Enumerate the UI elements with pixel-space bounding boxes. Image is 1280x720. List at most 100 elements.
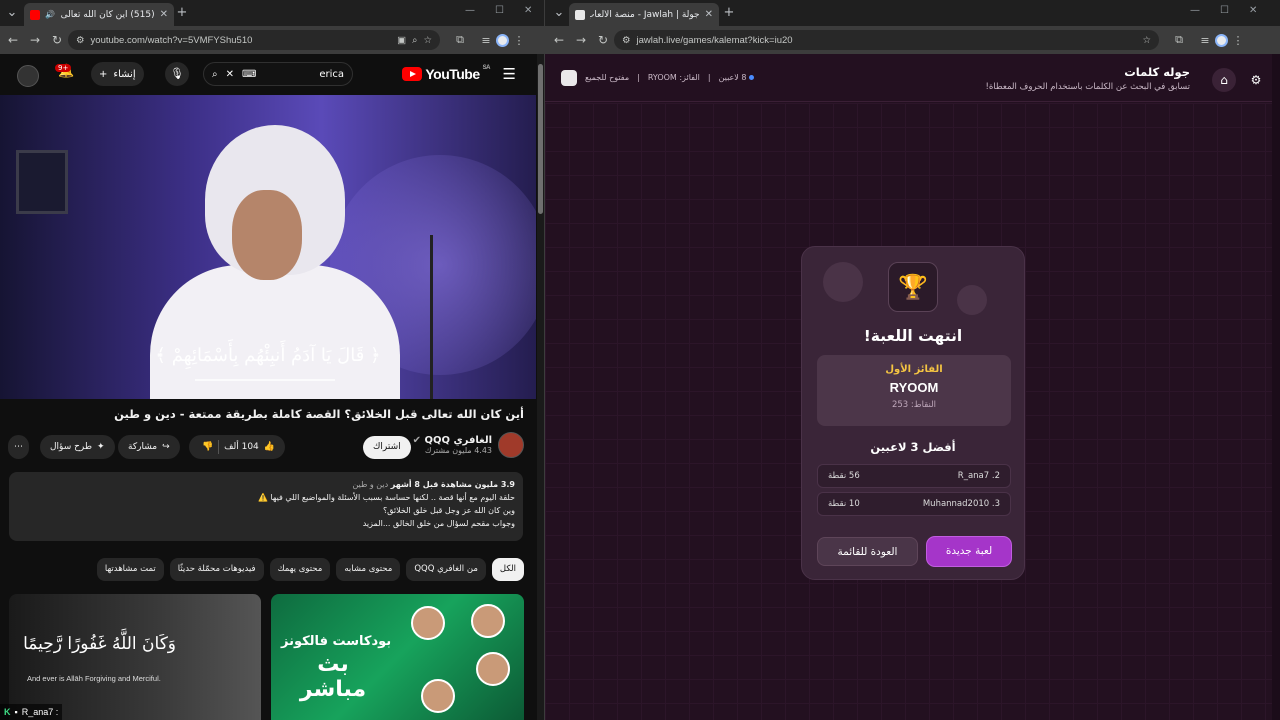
chat-username: R_ana7 :: [21, 707, 59, 717]
new-tab-button[interactable]: +: [721, 5, 737, 20]
create-label: إنشاء: [113, 68, 136, 80]
player-name: 3. Muhannad2010: [922, 499, 1000, 509]
minimize-icon[interactable]: —: [1190, 5, 1200, 16]
video-description[interactable]: 3.9 مليون مشاهدة قبل 8 أشهر دين و طين حل…: [9, 472, 523, 541]
like-count: 104 ألف: [224, 442, 259, 452]
dislike-icon[interactable]: 👎: [202, 442, 213, 452]
page-scrollbar[interactable]: [537, 54, 544, 720]
address-bar[interactable]: ⚙ jawlah.live/games/kalemat?kick=iu20 ☆: [614, 30, 1159, 50]
tab-search-icon[interactable]: ⌄: [4, 5, 20, 20]
share-label: مشاركة: [128, 442, 158, 452]
close-window-icon[interactable]: ✕: [524, 5, 532, 16]
account-avatar[interactable]: [17, 65, 39, 87]
description-more[interactable]: وجواب مقحم لسؤال من خلق الخالق ...المزيد: [17, 517, 515, 530]
menu-icon[interactable]: ⋮: [1228, 34, 1248, 47]
back-icon[interactable]: ←: [548, 33, 570, 47]
chip-similar[interactable]: محتوى مشابه: [336, 558, 401, 581]
jawlah-browser-window: ⌄ جولة | Jawlah - منصة الألعاب الت... ✕ …: [545, 0, 1280, 720]
site-info-icon[interactable]: ⚙: [76, 35, 85, 46]
first-place-label: الفائز الأول: [885, 364, 943, 375]
channel-name[interactable]: الغافري QQQ ✔: [413, 435, 492, 446]
share-button[interactable]: ↪ مشاركة: [118, 435, 180, 459]
players-count: 8 لاعبين: [719, 73, 755, 82]
create-button[interactable]: + إنشاء: [91, 62, 144, 86]
tab-search-icon[interactable]: ⌄: [551, 5, 567, 20]
voice-search-icon[interactable]: 🎙: [165, 62, 189, 86]
thumbnail-arabic-text: وَكَانَ اللَّهُ غَفُورًا رَّحِيمًا: [23, 634, 176, 654]
search-icon[interactable]: ⌕: [212, 69, 218, 80]
reload-icon[interactable]: ↻: [592, 33, 614, 47]
recommended-video-thumbnail[interactable]: وَكَانَ اللَّهُ غَفُورًا رَّحِيمًا And e…: [9, 594, 261, 720]
chip-for-you[interactable]: محتوى يهمك: [269, 558, 331, 581]
extensions-icon[interactable]: ⧉: [450, 33, 470, 47]
verified-icon: ✔: [412, 435, 421, 446]
upload-age: قبل 8 أشهر: [390, 480, 439, 489]
media-icon[interactable]: ≡: [1195, 34, 1215, 47]
thumbnail-english-text: And ever is Allāh Forgiving and Merciful…: [27, 674, 161, 683]
view-count: 3.9 مليون مشاهدة: [440, 480, 515, 489]
minimize-icon[interactable]: —: [465, 5, 475, 16]
tab-strip: ⌄ جولة | Jawlah - منصة الألعاب الت... ✕ …: [545, 0, 1280, 26]
cast-icon[interactable]: ▣: [397, 35, 406, 46]
plus-icon: +: [99, 68, 108, 80]
chat-badge-icon: ▪: [14, 707, 18, 717]
stream-chat-overlay: K ▪ R_ana7 :: [0, 704, 63, 720]
recommendation-chips: الكل من الغافري QQQ محتوى مشابه محتوى يه…: [96, 558, 524, 581]
forward-icon[interactable]: →: [570, 33, 592, 47]
bookmark-star-icon[interactable]: ☆: [1142, 35, 1151, 46]
tab-youtube[interactable]: 🔊 (515) أين كان الله تعالى قبل ال... ✕: [24, 3, 174, 26]
youtube-logo[interactable]: YouTube SA: [402, 65, 491, 82]
extensions-icon[interactable]: ⧉: [1169, 33, 1189, 47]
forward-icon[interactable]: →: [24, 33, 46, 47]
reload-icon[interactable]: ↻: [46, 33, 68, 47]
menu-icon[interactable]: ⋮: [509, 34, 529, 47]
ask-label: طرح سؤال: [50, 442, 93, 452]
settings-gear-icon[interactable]: ⚙: [1244, 68, 1268, 92]
profile-avatar-icon[interactable]: [496, 33, 509, 47]
youtube-favicon-icon: [30, 9, 40, 20]
clear-search-icon[interactable]: ✕: [226, 69, 234, 80]
hamburger-menu-icon[interactable]: ☰: [503, 65, 516, 83]
chip-all[interactable]: الكل: [491, 558, 524, 581]
video-player[interactable]: ﴿ قَالَ يَا آدَمُ أَنبِئْهُم بِأَسْمَائِ…: [0, 95, 536, 399]
notification-badge: 9+: [55, 64, 72, 72]
status-separator: |: [637, 73, 640, 82]
youtube-play-icon: [402, 67, 423, 81]
back-icon[interactable]: ←: [2, 33, 24, 47]
subscribe-button[interactable]: اشتراك: [363, 436, 411, 459]
leaderboard-row: 2. R_ana7 56 نقطة: [817, 464, 1011, 488]
search-input[interactable]: ⌕ ✕ ⌨ erica: [203, 62, 353, 86]
chip-channel[interactable]: من الغافري QQQ: [406, 558, 486, 581]
channel-avatar[interactable]: [498, 432, 524, 458]
close-tab-icon[interactable]: ✕: [705, 9, 713, 20]
address-bar[interactable]: ⚙ youtube.com/watch?v=5VMFYShu510 ▣ ⌕ ☆: [68, 30, 440, 50]
chip-recent[interactable]: فيديوهات محمّلة حديثًا: [169, 558, 264, 581]
like-icon[interactable]: 👍: [264, 442, 275, 452]
close-window-icon[interactable]: ✕: [1249, 5, 1257, 16]
ask-button[interactable]: ✦ طرح سؤال: [40, 435, 115, 459]
trophy-icon: 🏆: [888, 262, 938, 312]
more-actions-icon[interactable]: ⋯: [8, 435, 29, 459]
profile-avatar-icon[interactable]: [1215, 33, 1228, 47]
bookmark-star-icon[interactable]: ☆: [423, 35, 432, 46]
zoom-icon[interactable]: ⌕: [412, 35, 417, 46]
close-tab-icon[interactable]: ✕: [160, 9, 168, 20]
new-game-button[interactable]: لعبة جديدة: [927, 537, 1011, 566]
keyboard-icon[interactable]: ⌨: [242, 69, 256, 80]
page-scrollbar[interactable]: [1272, 54, 1280, 720]
tab-jawlah[interactable]: جولة | Jawlah - منصة الألعاب الت... ✕: [569, 3, 719, 26]
back-to-menu-button[interactable]: العودة للقائمة: [817, 537, 918, 566]
leaderboard-row: 3. Muhannad2010 10 نقطة: [817, 492, 1011, 516]
maximize-icon[interactable]: ☐: [1220, 5, 1229, 16]
recommended-live-thumbnail[interactable]: بودكاست فالكونز بث مباشر: [271, 594, 524, 720]
kick-logo-icon: [561, 70, 577, 86]
site-info-icon[interactable]: ⚙: [622, 35, 631, 46]
new-tab-button[interactable]: +: [174, 5, 190, 20]
home-icon[interactable]: ⌂: [1212, 68, 1236, 92]
maximize-icon[interactable]: ☐: [495, 5, 504, 16]
scrollbar-thumb[interactable]: [538, 64, 543, 214]
jawlah-favicon-icon: [575, 9, 585, 20]
media-icon[interactable]: ≡: [476, 34, 496, 47]
search-query: erica: [319, 68, 344, 80]
chip-watched[interactable]: تمت مشاهدتها: [96, 558, 164, 581]
